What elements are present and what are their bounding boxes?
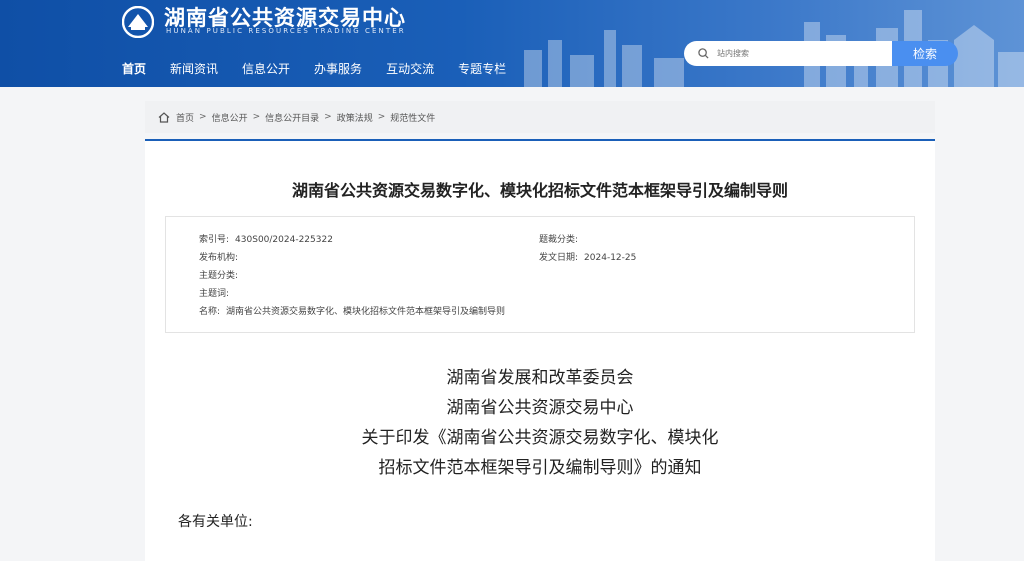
search-button[interactable]: 检索 [892,41,958,66]
breadcrumb-separator: > [199,112,207,122]
breadcrumb-info-disclosure[interactable]: 信息公开 [212,111,248,124]
meta-genre: 题裁分类: [539,235,579,245]
home-icon[interactable] [158,111,170,123]
nav-item-home[interactable]: 首页 [122,60,146,77]
breadcrumb-info-catalog[interactable]: 信息公开目录 [265,111,319,124]
breadcrumb-separator: > [324,112,332,122]
main-nav: 首页 新闻资讯 信息公开 办事服务 互动交流 专题专栏 [122,60,530,77]
breadcrumb-home[interactable]: 首页 [176,111,194,124]
nav-item-news[interactable]: 新闻资讯 [170,60,218,77]
meta-index: 索引号: 430S00/2024-225322 [199,235,333,245]
breadcrumb-separator: > [377,112,386,122]
breadcrumb-separator: > [252,112,261,122]
breadcrumb-normative-docs[interactable]: 规范性文件 [390,111,435,124]
article-card: 湖南省公共资源交易数字化、模块化招标文件范本框架导引及编制导则 索引号: 430S… [145,139,935,561]
breadcrumb-policies[interactable]: 政策法规 [337,111,373,124]
salutation: 各有关单位: [178,514,253,530]
article-meta-box: 索引号: 430S00/2024-225322 题裁分类: 发布机构: 发文日期:… [165,216,915,333]
meta-name: 名称: 湖南省公共资源交易数字化、模块化招标文件范本框架导引及编制导则 [199,307,506,317]
site-logo-icon[interactable] [122,6,154,38]
nav-item-info-disclosure[interactable]: 信息公开 [242,60,290,77]
site-subtitle: HUNAN PUBLIC RESOURCES TRADING CENTER [166,27,406,35]
breadcrumb: 首页 > 信息公开 > 信息公开目录 > 政策法规 > 规范性文件 [145,101,935,133]
meta-keywords: 主题词: [199,289,230,299]
article-title: 湖南省公共资源交易数字化、模块化招标文件范本框架导引及编制导则 [291,181,788,200]
site-header: 湖南省公共资源交易中心 HUNAN PUBLIC RESOURCES TRADI… [0,0,1024,87]
heading-line-3: 关于印发《湖南省公共资源交易数字化、模块化 [361,428,719,448]
heading-line-1: 湖南省发展和改革委员会 [446,368,634,388]
nav-item-interaction[interactable]: 互动交流 [386,60,434,77]
search-box [684,41,892,66]
heading-line-2: 湖南省公共资源交易中心 [446,398,634,418]
meta-topic: 主题分类: [199,271,239,281]
nav-item-services[interactable]: 办事服务 [314,60,362,77]
search-input[interactable] [715,48,879,59]
meta-publisher: 发布机构: [199,253,239,263]
search-icon [698,48,709,59]
heading-line-4: 招标文件范本框架导引及编制导则》的通知 [378,458,702,478]
meta-date: 发文日期: 2024-12-25 [539,253,637,263]
nav-item-topics[interactable]: 专题专栏 [458,60,506,77]
